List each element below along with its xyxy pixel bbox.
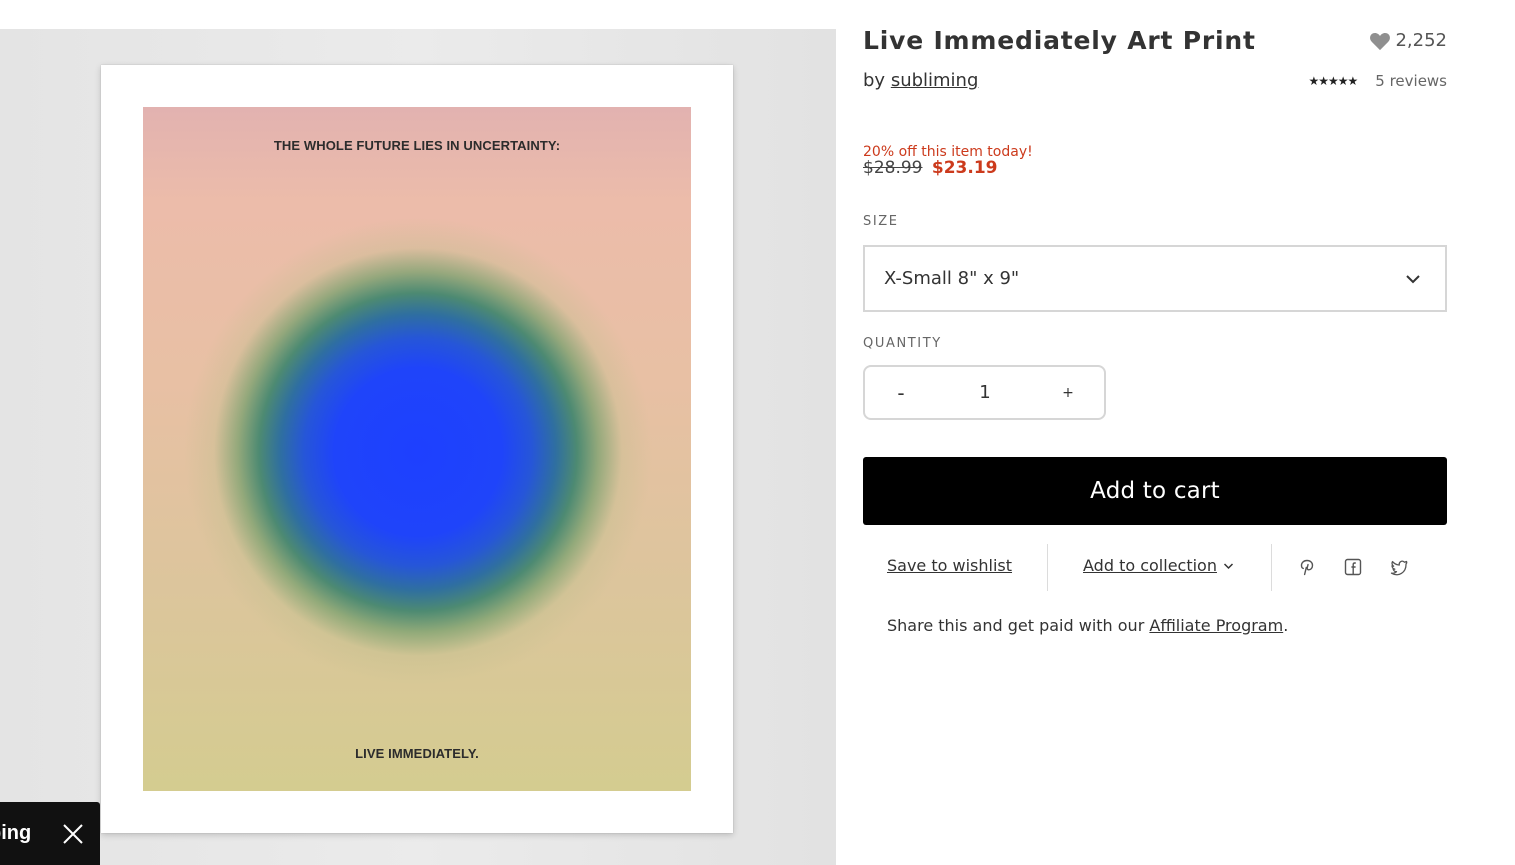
rating[interactable]: ★★★★★ 5 reviews — [1308, 72, 1447, 90]
likes-count: 2,252 — [1395, 30, 1447, 51]
shipping-toast: ping — [0, 802, 100, 865]
heart-icon[interactable] — [1369, 31, 1391, 51]
product-actions: Save to wishlist Add to collection — [863, 544, 1447, 591]
quantity-label: QUANTITY — [863, 336, 942, 351]
quantity-stepper: - + — [863, 365, 1106, 420]
print-frame: THE WHOLE FUTURE LIES IN UNCERTAINTY: LI… — [101, 65, 733, 833]
affiliate-program-link[interactable]: Affiliate Program — [1149, 616, 1283, 635]
divider — [1271, 544, 1272, 591]
close-icon[interactable] — [62, 823, 84, 845]
save-to-wishlist-link[interactable]: Save to wishlist — [887, 556, 1012, 575]
artwork-top-text: THE WHOLE FUTURE LIES IN UNCERTAINTY: — [273, 138, 561, 153]
pinterest-icon[interactable] — [1298, 558, 1316, 576]
likes-counter[interactable]: 2,252 — [1369, 30, 1447, 51]
chevron-down-icon — [1406, 275, 1420, 284]
reviews-link[interactable]: 5 reviews — [1375, 72, 1447, 90]
affiliate-text: Share this and get paid with our Affilia… — [887, 616, 1288, 635]
twitter-icon[interactable] — [1390, 558, 1408, 576]
artist-byline: by subliming — [863, 70, 978, 91]
by-prefix: by — [863, 70, 886, 91]
quantity-input[interactable] — [945, 377, 1025, 407]
price: $28.99 $23.19 — [863, 158, 998, 178]
chevron-down-icon — [1223, 562, 1234, 569]
quantity-decrease-button[interactable]: - — [871, 367, 931, 418]
toast-text: ping — [0, 822, 32, 844]
star-rating-icon: ★★★★★ — [1308, 74, 1358, 88]
gradient-orb — [143, 152, 691, 752]
add-to-cart-button[interactable]: Add to cart — [863, 457, 1447, 525]
affiliate-prefix: Share this and get paid with our — [887, 616, 1145, 635]
size-label: SIZE — [863, 214, 899, 229]
product-image-panel[interactable]: THE WHOLE FUTURE LIES IN UNCERTAINTY: LI… — [0, 29, 836, 865]
product-details: Live Immediately Art Print 2,252 by subl… — [863, 0, 1447, 865]
size-dropdown[interactable]: X-Small 8" x 9" — [863, 245, 1447, 312]
product-title: Live Immediately Art Print — [863, 26, 1256, 55]
add-to-collection-label: Add to collection — [1083, 556, 1217, 575]
add-to-collection-link[interactable]: Add to collection — [1083, 556, 1234, 575]
divider — [1047, 544, 1048, 591]
artwork-bottom-text: LIVE IMMEDIATELY. — [355, 746, 479, 761]
quantity-increase-button[interactable]: + — [1038, 367, 1098, 418]
original-price: $28.99 — [863, 158, 923, 178]
facebook-icon[interactable] — [1344, 558, 1362, 576]
affiliate-suffix: . — [1283, 616, 1289, 635]
artwork-image: THE WHOLE FUTURE LIES IN UNCERTAINTY: LI… — [143, 107, 691, 791]
artist-link[interactable]: subliming — [891, 70, 979, 91]
size-selected-value: X-Small 8" x 9" — [884, 268, 1020, 289]
sale-price: $23.19 — [931, 158, 998, 178]
